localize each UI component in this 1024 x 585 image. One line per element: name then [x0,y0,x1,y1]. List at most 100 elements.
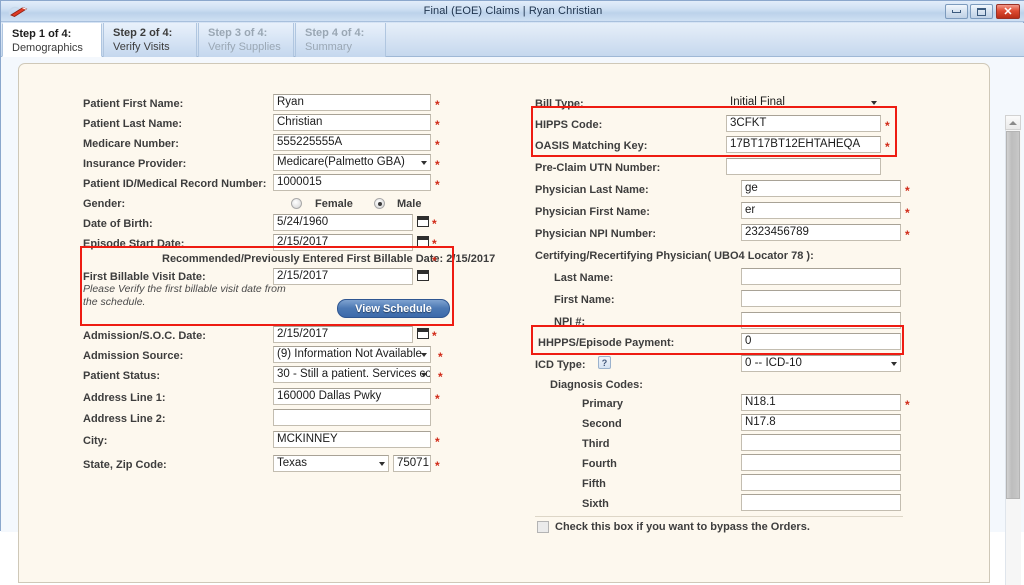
patient-status-value: 30 - Still a patient. Services co [277,368,431,380]
insurance-provider-select[interactable]: Medicare(Palmetto GBA) [273,154,431,171]
first-billable-visit-date-input[interactable]: 2/15/2017 [273,268,413,285]
diagnosis-third-input[interactable] [741,434,901,451]
field-row-oasis-matching-key: OASIS Matching Key: [535,136,647,156]
diagnosis-fourth-input[interactable] [741,454,901,471]
close-icon[interactable]: ✕ [996,4,1020,19]
required-marker: * [435,392,440,406]
state-value: Texas [277,457,308,469]
field-row-bill-type: Bill Type: [535,94,584,114]
maximize-icon[interactable] [970,4,993,19]
field-row-diagnosis-primary: Primary [582,394,623,414]
state-zip-label: State, Zip Code: [83,459,167,471]
hipps-code-input[interactable]: 3CFKT [726,115,881,132]
calendar-icon[interactable] [417,216,429,227]
field-row-pre-claim-utn: Pre-Claim UTN Number: [535,158,660,178]
patient-status-label: Patient Status: [83,370,161,382]
physician-last-name-label: Physician Last Name: [535,184,649,196]
icd-type-select[interactable]: 0 -- ICD-10 [741,355,901,372]
oasis-matching-key-input[interactable]: 17BT17BT12EHTAHEQA [726,136,881,153]
diagnosis-second-input[interactable]: N17.8 [741,414,901,431]
required-marker: * [432,237,437,251]
field-row-patient-status: Patient Status: [83,366,160,386]
episode-start-date-label: Episode Start Date: [83,238,185,250]
verify-visit-date-hint: Please Verify the first billable visit d… [83,283,286,308]
required-marker: * [905,228,910,242]
calendar-icon[interactable] [417,236,429,247]
date-of-birth-input[interactable]: 5/24/1960 [273,214,413,231]
admission-source-select[interactable]: (9) Information Not Available [273,346,431,363]
patient-status-select[interactable]: 30 - Still a patient. Services co [273,366,431,383]
hhpps-episode-payment-input[interactable]: 0 [741,333,901,350]
field-row-diagnosis-fourth: Fourth [582,454,617,474]
tab-step-label: Step 4 of 4: [305,27,365,39]
required-marker: * [438,370,443,384]
gender-label: Gender: [83,198,126,210]
patient-first-name-input[interactable]: Ryan [273,94,431,111]
application-window: Final (EOE) Claims | Ryan Christian ✕ St… [0,0,1024,585]
gender-radio-female[interactable] [291,198,302,209]
physician-last-name-input[interactable]: ge [741,180,901,197]
cert-first-name-input[interactable] [741,290,901,307]
gender-male-label: Male [397,198,422,210]
medicare-number-input[interactable]: 555225555A [273,134,431,151]
city-input[interactable]: MCKINNEY [273,431,431,448]
diagnosis-codes-header: Diagnosis Codes: [550,375,643,395]
bypass-orders-checkbox[interactable] [537,521,549,533]
diagnosis-fifth-label: Fifth [582,478,606,490]
admission-soc-date-input[interactable]: 2/15/2017 [273,326,413,343]
diagnosis-fifth-input[interactable] [741,474,901,491]
divider [535,516,903,517]
calendar-icon[interactable] [417,270,429,281]
tab-verify-supplies[interactable]: Step 3 of 4: Verify Supplies [198,23,294,57]
diagnosis-sixth-input[interactable] [741,494,901,511]
episode-start-date-input[interactable]: 2/15/2017 [273,234,413,251]
tab-step-label: Step 3 of 4: [208,27,268,39]
bill-type-label: Bill Type: [535,98,584,110]
diagnosis-primary-label: Primary [582,398,623,410]
city-label: City: [83,435,108,447]
patient-last-name-input[interactable]: Christian [273,114,431,131]
cert-last-name-label: Last Name: [554,272,614,284]
content-area: Patient First Name: Ryan * Patient Last … [1,57,1024,585]
tab-summary[interactable]: Step 4 of 4: Summary [295,23,386,57]
tab-verify-visits[interactable]: Step 2 of 4: Verify Visits [103,23,197,57]
physician-first-name-label: Physician First Name: [535,206,650,218]
zip-code-input[interactable]: 75071 [393,455,431,472]
bypass-orders-label: Check this box if you want to bypass the… [555,521,810,533]
cert-npi-input[interactable] [741,312,901,329]
required-marker: * [435,138,440,152]
gender-female-label: Female [315,198,353,210]
hhpps-episode-payment-label: HHPPS/Episode Payment: [538,337,675,349]
physician-npi-input[interactable]: 2323456789 [741,224,901,241]
view-schedule-button[interactable]: View Schedule [337,299,450,318]
demographics-form-panel: Patient First Name: Ryan * Patient Last … [18,63,990,583]
patient-id-input[interactable]: 1000015 [273,174,431,191]
field-row-episode-start-date: Episode Start Date: [83,234,184,254]
diagnosis-third-label: Third [582,438,610,450]
calendar-icon[interactable] [417,328,429,339]
minimize-icon[interactable] [945,4,968,19]
field-row-hhpps-episode-payment: HHPPS/Episode Payment: [538,333,674,353]
field-row-diagnosis-third: Third [582,434,610,454]
physician-first-name-input[interactable]: er [741,202,901,219]
field-row-hipps-code: HIPPS Code: [535,115,602,135]
field-row-physician-npi: Physician NPI Number: [535,224,656,244]
vertical-scrollbar-thumb[interactable] [1006,131,1020,499]
first-billable-visit-date-label: First Billable Visit Date: [83,271,206,283]
address-line-2-input[interactable] [273,409,431,426]
diagnosis-primary-input[interactable]: N18.1 [741,394,901,411]
bill-type-select[interactable]: Initial Final [726,94,881,111]
pre-claim-utn-input[interactable] [726,158,881,175]
gender-radio-male[interactable] [374,198,385,209]
address-line-1-input[interactable]: 160000 Dallas Pwky [273,388,431,405]
required-marker: * [905,184,910,198]
help-question-icon[interactable]: ? [598,356,611,369]
field-row-city: City: [83,431,107,451]
field-row-gender: Gender: [83,194,125,214]
state-select[interactable]: Texas [273,455,389,472]
tab-demographics[interactable]: Step 1 of 4: Demographics [2,23,102,57]
admission-soc-date-label: Admission/S.O.C. Date: [83,330,206,342]
bill-type-value: Initial Final [730,96,785,108]
cert-last-name-input[interactable] [741,268,901,285]
scroll-up-button[interactable] [1005,115,1021,130]
